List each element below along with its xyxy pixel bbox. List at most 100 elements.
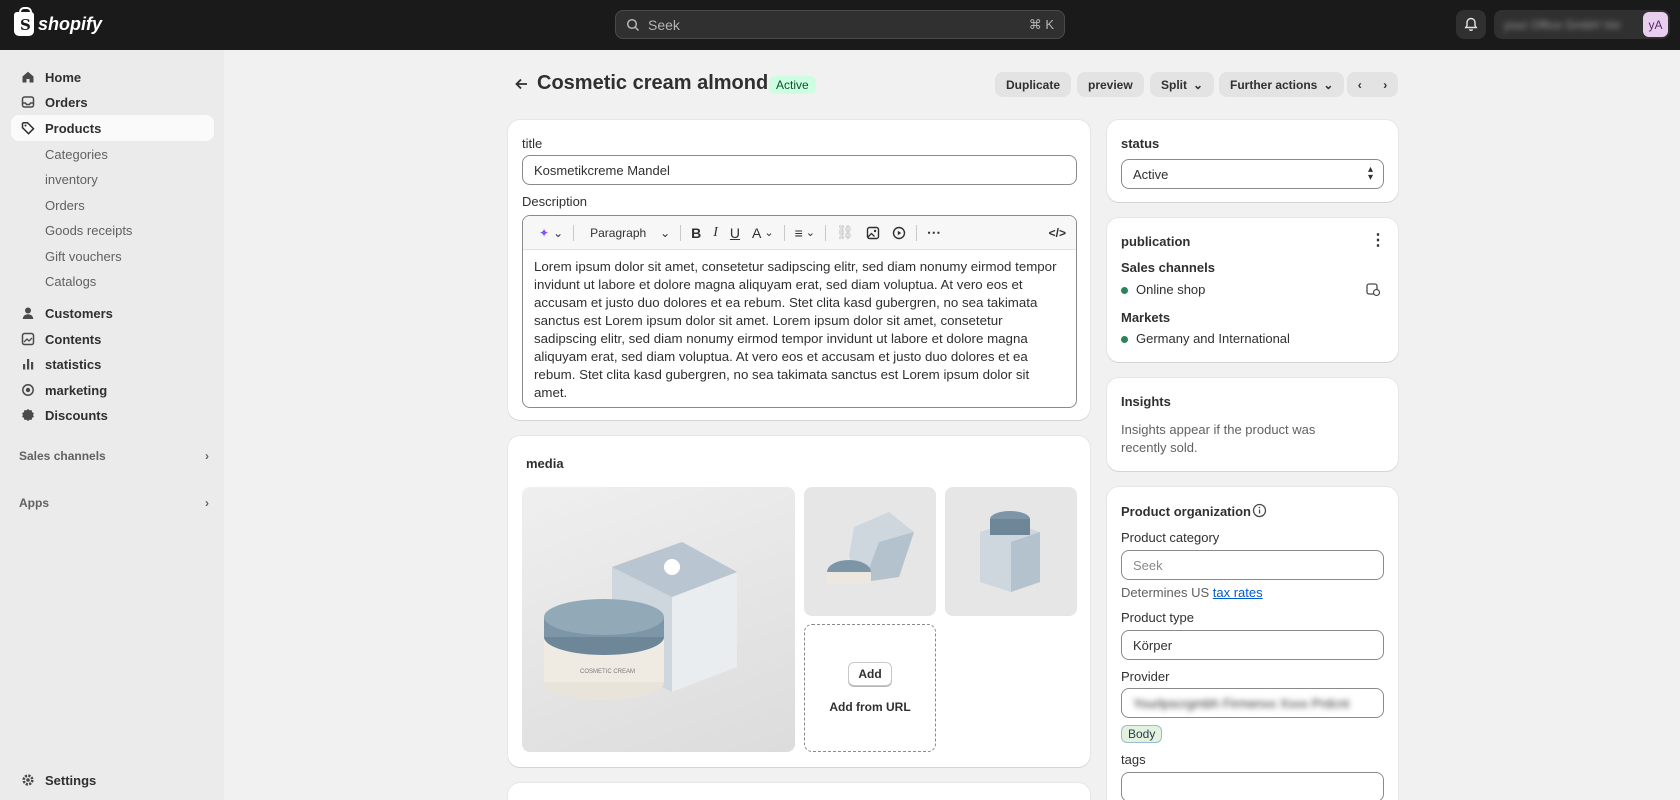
italic-icon[interactable]: I [713,225,718,241]
ai-magic-icon[interactable]: ✦ ⌄ [539,226,563,240]
add-label: Add [858,667,882,681]
sidebar-item-statistics[interactable]: statistics [11,351,214,377]
sales-channels-label: Sales channels [1121,260,1215,275]
product-type-input[interactable]: Körper [1121,630,1384,660]
sidebar-item-label: Products [45,120,102,136]
discount-icon [20,407,36,423]
page-header: Cosmetic cream almond Active Duplicate p… [508,68,1398,100]
sidebar-section-apps[interactable]: Apps › [19,496,209,510]
description-text[interactable]: Lorem ipsum dolor sit amet, consetetur s… [523,250,1076,407]
underline-icon[interactable]: U [730,225,740,241]
paragraph-select[interactable]: Paragraph ⌄ [590,226,670,240]
product-photo [827,512,914,584]
product-organization-title: Product organization [1121,504,1251,519]
logo-text: shopify [38,13,103,34]
sidebar-subitem-inventory[interactable]: inventory [45,172,98,187]
title-field[interactable]: Kosmetikcreme Mandel [522,155,1077,185]
more-icon[interactable]: ⋯ [927,224,941,241]
add-from-url-link[interactable]: Add from URL [829,700,910,714]
sidebar-item-orders[interactable]: Orders [11,89,214,115]
insights-text: Insights appear if the product was recen… [1121,422,1316,455]
divider [573,224,575,241]
media-dropzone[interactable]: Add Add from URL [804,624,936,752]
duplicate-button[interactable]: Duplicate [995,72,1072,97]
markets-item: Germany and International [1121,331,1290,346]
sidebar-subitem-gift-vouchers[interactable]: Gift vouchers [45,249,122,264]
chevron-right-icon: › [205,496,209,510]
code-icon[interactable]: </> [1049,226,1066,240]
info-icon[interactable] [1252,503,1267,518]
divider [783,224,785,241]
page-title: Cosmetic cream almond [537,72,769,94]
apps-label: Apps [19,496,49,510]
image-icon[interactable] [866,226,880,240]
product-category-label: Product category [1121,530,1220,545]
status-select[interactable]: Active ▴ ▾ [1121,159,1384,189]
sidebar-item-contents[interactable]: Contents [11,326,214,352]
product-photo: COSMETIC CREAM [544,542,737,700]
sidebar-item-discounts[interactable]: Discounts [11,402,214,428]
calendar-schedule-icon[interactable] [1365,281,1381,297]
preview-button[interactable]: preview [1077,72,1144,97]
status-dot [1121,336,1128,343]
bold-icon[interactable]: B [691,225,701,241]
sidebar-subitem-categories[interactable]: Categories [45,147,108,162]
divider [680,224,682,241]
sidebar-item-label: Contents [45,331,102,347]
product-type-value: Körper [1133,637,1173,653]
media-image-main[interactable]: COSMETIC CREAM [522,487,795,752]
sidebar-item-label: statistics [45,356,102,372]
product-organization-card: Product organization Product category Se… [1107,487,1398,800]
sidebar-subitem-orders[interactable]: Orders [45,198,85,213]
provider-input[interactable]: Yourlpscrgmbh Firmenxx Xxxx Prdcnt [1121,688,1384,718]
top-bar: S shopify Seek ⌘ K your Office GmbH Ver … [0,0,1680,50]
shopify-logo[interactable]: S shopify [14,7,103,36]
notifications-button[interactable] [1456,10,1486,39]
sidebar-item-settings[interactable]: Settings [11,767,214,793]
account-menu[interactable]: your Office GmbH Ver yA [1494,10,1670,39]
sidebar-item-label: Discounts [45,407,108,423]
link-icon[interactable]: ⛓ [836,224,854,241]
chevron-right-icon[interactable]: › [1383,78,1387,92]
split-button[interactable]: Split ⌄ [1150,72,1215,97]
body-tag-badge[interactable]: Body [1121,725,1163,743]
insights-title: Insights [1121,394,1171,409]
tax-rates-link[interactable]: tax rates [1213,585,1263,600]
publication-card: publication ⋮ Sales channels Online shop… [1107,218,1398,362]
more-vertical-icon[interactable]: ⋮ [1370,230,1386,250]
tags-input[interactable] [1121,772,1384,800]
further-actions-button[interactable]: Further actions ⌄ [1219,72,1345,97]
media-image-3[interactable] [945,487,1077,616]
search-icon [626,18,640,31]
search-input[interactable]: Seek ⌘ K [615,10,1065,39]
back-arrow-icon[interactable] [512,74,532,94]
determines-label: Determines US [1121,585,1210,600]
sidebar-item-label: marketing [45,382,108,398]
sidebar-section-sales-channels[interactable]: Sales channels › [19,449,209,463]
product-details-card: title Kosmetikcreme Mandel Description ✦… [508,120,1090,420]
divider [825,224,826,241]
select-arrows-icon: ▴ ▾ [1367,164,1373,183]
sidebar-item-customers[interactable]: Customers [11,300,214,326]
sidebar-subitem-catalogs[interactable]: Catalogs [45,274,96,289]
sidebar-item-products[interactable]: Products [11,115,214,141]
account-name: your Office GmbH Ver [1504,17,1622,32]
video-icon[interactable] [892,226,906,240]
sidebar-item-marketing[interactable]: marketing [11,377,214,403]
sidebar-item-label: Orders [45,94,88,110]
markets-label: Markets [1121,310,1171,325]
sidebar-subitem-goods-receipts[interactable]: Goods receipts [45,223,132,238]
status-value: Active [1133,166,1169,182]
home-icon [20,69,36,85]
provider-value: Yourlpscrgmbh Firmenxx Xxxx Prdcnt [1133,695,1350,711]
align-icon[interactable]: ≡ ⌄ [795,225,815,241]
add-media-button[interactable]: Add [848,662,892,686]
text-color-icon[interactable]: A ⌄ [752,225,774,241]
sidebar-item-home[interactable]: Home [11,64,214,90]
sidebar: Home Orders Products Categories inventor… [0,50,224,800]
chevron-left-icon[interactable]: ‹ [1358,78,1362,92]
media-image-2[interactable] [804,487,936,616]
status-dot [1121,287,1128,294]
title-value: Kosmetikcreme Mandel [534,162,670,178]
product-category-input[interactable]: Seek [1121,550,1384,580]
